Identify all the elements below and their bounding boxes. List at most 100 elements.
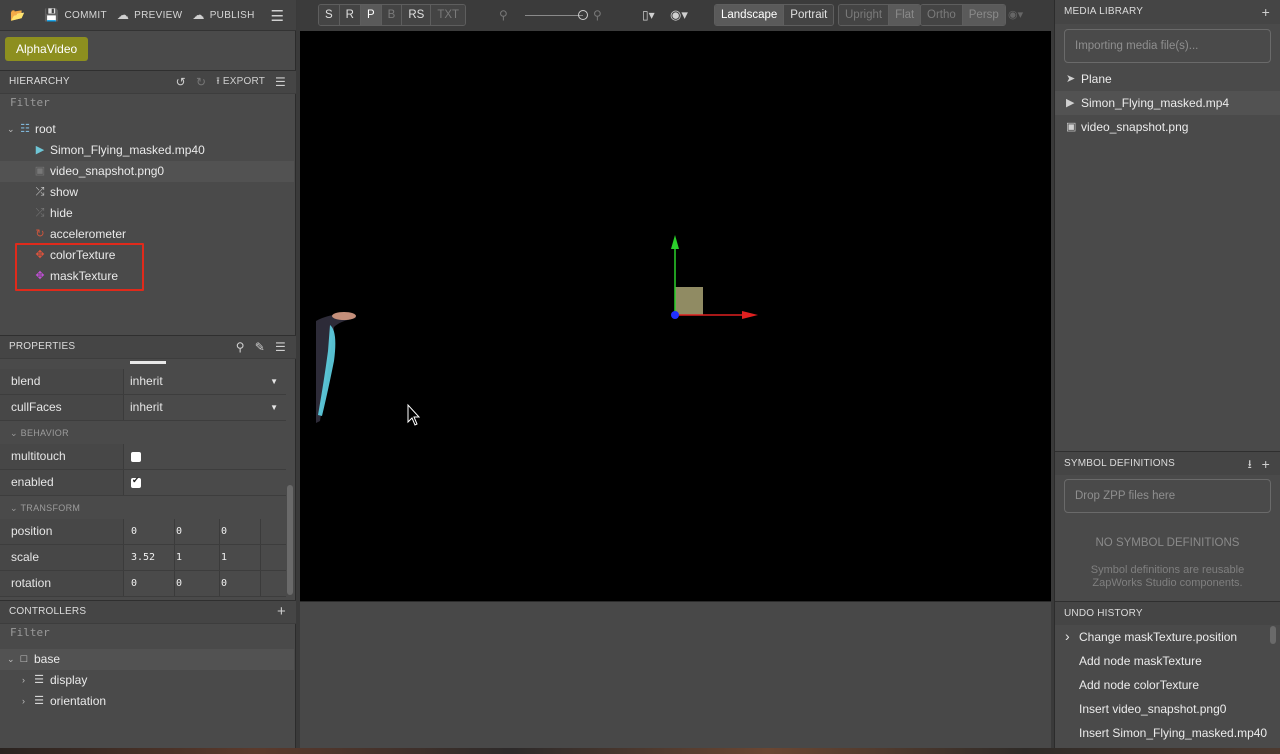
x-axis-arrow[interactable] bbox=[742, 311, 758, 319]
controller-item-display[interactable]: › ☰ display bbox=[0, 670, 294, 691]
portrait-button[interactable]: Portrait bbox=[784, 5, 834, 25]
tree-node-show[interactable]: ⤮ show bbox=[0, 182, 294, 203]
rs-mode-button[interactable]: RS bbox=[402, 5, 432, 25]
media-import-dropzone[interactable]: Importing media file(s)... bbox=[1064, 29, 1271, 63]
hierarchy-header: HIERARCHY ↺ ↻ ⭱ EXPORT ☰ bbox=[0, 70, 296, 94]
open-folder-button[interactable]: 📂 bbox=[10, 8, 30, 22]
export-label: EXPORT bbox=[222, 76, 266, 87]
main-menu-icon[interactable]: ☰ bbox=[271, 7, 284, 25]
position-z-input[interactable]: 0 bbox=[221, 519, 261, 544]
undo-item[interactable]: Add node maskTexture bbox=[1079, 654, 1202, 668]
position-x-input[interactable]: 0 bbox=[131, 519, 175, 544]
pencil-icon[interactable]: ✎ bbox=[255, 336, 265, 358]
media-item-plane[interactable]: ➤ Plane bbox=[1055, 67, 1280, 91]
tree-node-image[interactable]: ▣ video_snapshot.png0 bbox=[0, 161, 294, 182]
download-icon[interactable]: ⭳ bbox=[1248, 452, 1252, 476]
controllers-header: CONTROLLERS + bbox=[0, 600, 296, 624]
persp-button[interactable]: Persp bbox=[962, 5, 1005, 25]
section-behavior[interactable]: ⌄ BEHAVIOR bbox=[0, 422, 286, 444]
preview-button[interactable]: ☁ PREVIEW bbox=[117, 8, 183, 22]
controller-item-base[interactable]: ⌄ □ base bbox=[0, 649, 294, 670]
ortho-button[interactable]: Ortho bbox=[921, 5, 963, 25]
z-axis-handle[interactable] bbox=[671, 311, 679, 319]
chevron-right-icon[interactable]: › bbox=[22, 670, 25, 691]
controllers-filter-input[interactable]: Filter bbox=[10, 626, 50, 639]
globe-icon[interactable]: ◉▾ bbox=[670, 7, 688, 23]
chevron-down-icon[interactable]: ⌄ bbox=[7, 649, 15, 670]
project-name-button[interactable]: AlphaVideo bbox=[5, 37, 89, 61]
prop-key: enabled bbox=[0, 470, 124, 495]
zoom-slider-handle[interactable] bbox=[578, 10, 588, 20]
export-button[interactable]: ⭱ EXPORT bbox=[216, 71, 265, 93]
upright-button[interactable]: Upright bbox=[839, 5, 890, 25]
hierarchy-filter-input[interactable]: Filter bbox=[10, 96, 50, 109]
properties-menu-icon[interactable]: ☰ bbox=[275, 336, 286, 358]
undo-item[interactable]: Insert Simon_Flying_masked.mp40 bbox=[1079, 726, 1267, 740]
empty-symbols-title: NO SYMBOL DEFINITIONS bbox=[1095, 537, 1240, 549]
zoom-in-icon[interactable]: ⚲ bbox=[593, 8, 602, 22]
media-item-video[interactable]: ▶ Simon_Flying_masked.mp4 bbox=[1055, 91, 1280, 115]
zoom-slider[interactable] bbox=[525, 15, 583, 16]
zoom-out-icon[interactable]: ⚲ bbox=[499, 8, 508, 22]
symbol-definitions-header: SYMBOL DEFINITIONS ⭳ + bbox=[1055, 451, 1280, 475]
cullfaces-select[interactable]: inherit ▼ bbox=[125, 395, 286, 420]
tree-node-hide[interactable]: ⤮ hide bbox=[0, 203, 294, 224]
landscape-button[interactable]: Landscape bbox=[715, 5, 785, 25]
hierarchy-menu-icon[interactable]: ☰ bbox=[275, 71, 286, 93]
scale-x-input[interactable]: 3.52 bbox=[131, 545, 175, 570]
device-icon[interactable]: ▯▾ bbox=[642, 8, 655, 22]
eye-icon[interactable]: ◉▾ bbox=[1008, 8, 1023, 21]
txt-mode-button[interactable]: TXT bbox=[431, 5, 466, 25]
undo-item[interactable]: Change maskTexture.position bbox=[1079, 630, 1237, 644]
undo-item[interactable]: Insert video_snapshot.png0 bbox=[1079, 702, 1226, 716]
plane-gizmo-square[interactable] bbox=[675, 287, 703, 315]
rotate-mode-button[interactable]: R bbox=[339, 5, 361, 25]
tree-node-accelerometer[interactable]: ↻ accelerometer bbox=[0, 224, 294, 245]
color-swatch[interactable] bbox=[130, 361, 166, 364]
refresh-icon: ↻ bbox=[35, 228, 45, 240]
y-axis-arrow[interactable] bbox=[671, 235, 679, 249]
list-icon: ☰ bbox=[34, 695, 44, 707]
prop-row-multitouch: multitouch bbox=[0, 444, 286, 470]
viewport-canvas[interactable] bbox=[300, 31, 1051, 601]
undo-item[interactable]: Add node colorTexture bbox=[1079, 678, 1199, 692]
scale-y-input[interactable]: 1 bbox=[176, 545, 220, 570]
rotation-x-input[interactable]: 0 bbox=[131, 571, 175, 596]
symbol-definitions-title: SYMBOL DEFINITIONS bbox=[1064, 458, 1176, 469]
position-y-input[interactable]: 0 bbox=[176, 519, 220, 544]
multitouch-checkbox[interactable] bbox=[131, 452, 141, 462]
add-media-icon[interactable]: + bbox=[1262, 0, 1270, 24]
add-controller-icon[interactable]: + bbox=[277, 601, 286, 623]
undo-icon[interactable]: ↺ bbox=[176, 71, 186, 93]
commit-button[interactable]: 💾 COMMIT bbox=[44, 8, 107, 22]
section-transform[interactable]: ⌄ TRANSFORM bbox=[0, 497, 286, 519]
enabled-checkbox[interactable] bbox=[131, 475, 141, 488]
scale-z-input[interactable]: 1 bbox=[221, 545, 261, 570]
media-library-header: MEDIA LIBRARY + bbox=[1055, 0, 1280, 24]
search-icon[interactable]: ⚲ bbox=[236, 336, 245, 358]
media-item-image[interactable]: ▣ video_snapshot.png bbox=[1055, 115, 1280, 139]
scale-mode-button[interactable]: S bbox=[319, 5, 340, 25]
tree-node-video[interactable]: ▶ Simon_Flying_masked.mp40 bbox=[0, 140, 294, 161]
b-mode-button[interactable]: B bbox=[381, 5, 403, 25]
controller-item-orientation[interactable]: › ☰ orientation bbox=[0, 691, 294, 712]
publish-button[interactable]: ☁ PUBLISH bbox=[192, 8, 254, 22]
undo-history-header: UNDO HISTORY bbox=[1055, 601, 1280, 625]
tree-node-root[interactable]: ⌄ ☷ root bbox=[0, 119, 294, 140]
tree-node-label: show bbox=[50, 185, 79, 199]
chevron-down-icon[interactable]: ⌄ bbox=[7, 119, 15, 140]
timeline-area[interactable] bbox=[300, 601, 1051, 754]
flat-button[interactable]: Flat bbox=[889, 5, 921, 25]
prop-row-scale: scale 3.52 1 1 bbox=[0, 545, 286, 571]
add-symbol-icon[interactable]: + bbox=[1262, 452, 1270, 476]
blend-select[interactable]: inherit ▼ bbox=[125, 369, 286, 394]
redo-icon[interactable]: ↻ bbox=[196, 71, 206, 93]
position-mode-button[interactable]: P bbox=[360, 5, 382, 25]
rotation-z-input[interactable]: 0 bbox=[221, 571, 261, 596]
symbol-dropzone[interactable]: Drop ZPP files here bbox=[1064, 479, 1271, 513]
properties-scrollbar[interactable] bbox=[287, 485, 293, 595]
chevron-right-icon[interactable]: › bbox=[22, 691, 25, 712]
prop-key: cullFaces bbox=[0, 395, 124, 420]
undo-history-scrollbar[interactable] bbox=[1270, 626, 1276, 644]
rotation-y-input[interactable]: 0 bbox=[176, 571, 220, 596]
